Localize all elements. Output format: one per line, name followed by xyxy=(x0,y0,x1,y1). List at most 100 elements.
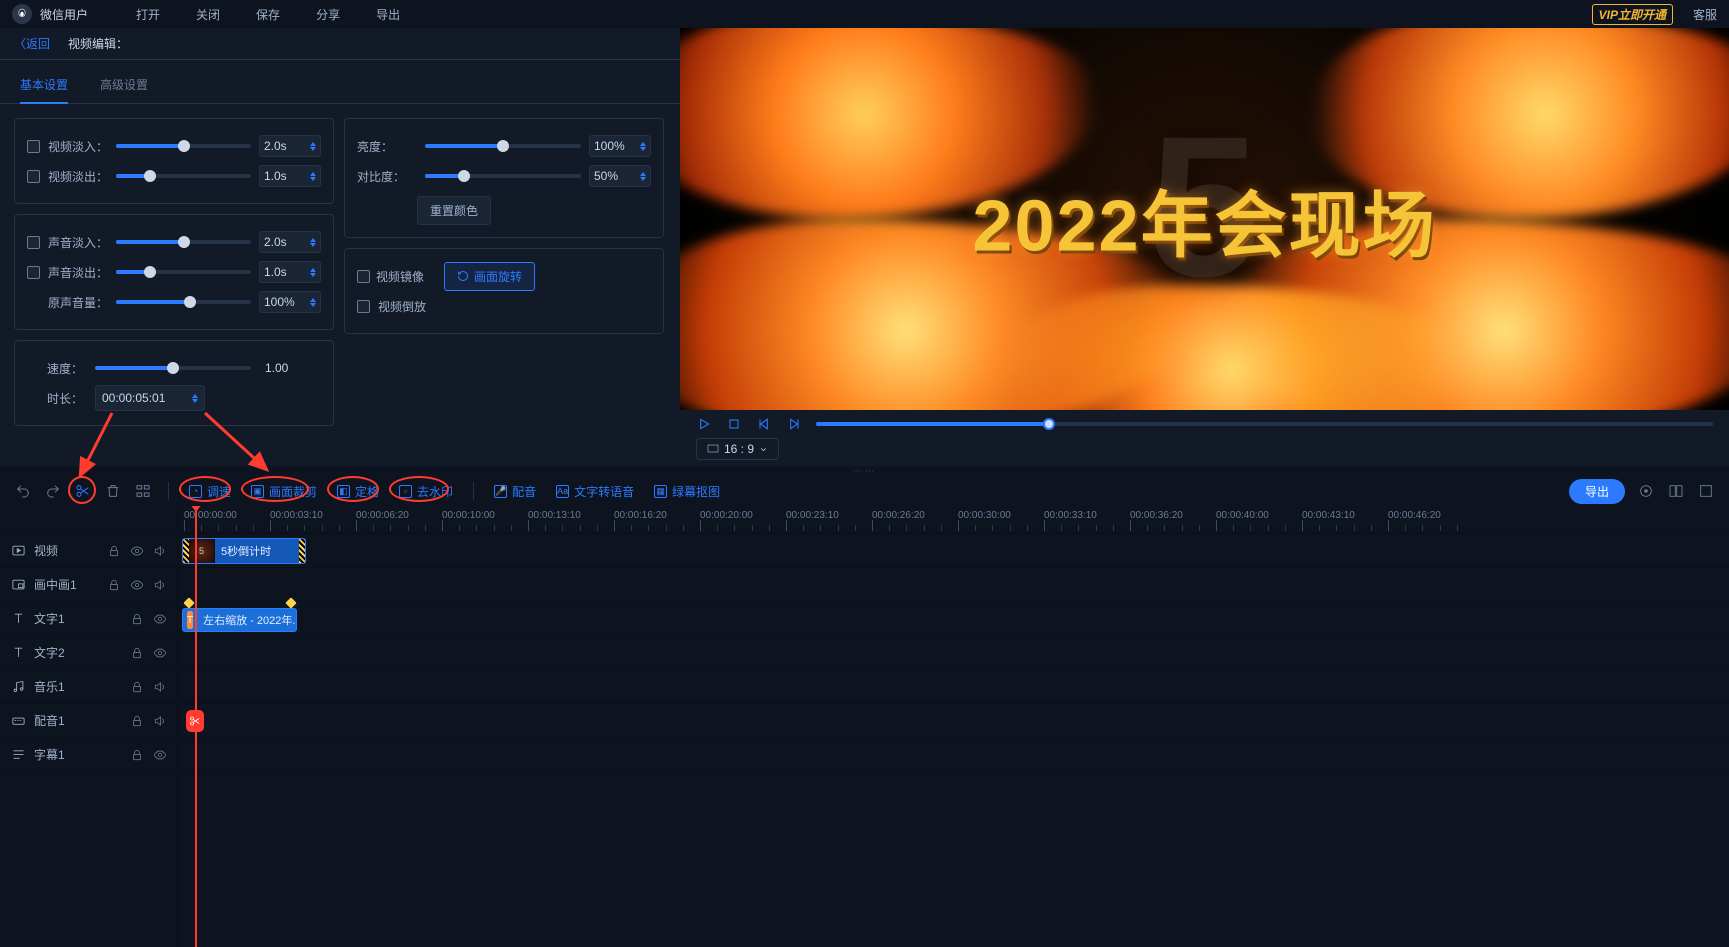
crop-tool[interactable]: ▣画面裁剪 xyxy=(247,481,321,502)
video-lane[interactable]: 5 5秒倒计时 xyxy=(178,534,1729,568)
customer-service-link[interactable]: 客服 xyxy=(1693,6,1717,23)
spinner-up-icon[interactable] xyxy=(310,142,316,146)
subtitle-lane[interactable] xyxy=(178,738,1729,772)
clip-handle-right[interactable] xyxy=(299,539,305,563)
video-fadeout-slider[interactable] xyxy=(116,174,251,178)
menu-share[interactable]: 分享 xyxy=(316,6,340,23)
tts-icon: Aа xyxy=(556,485,569,498)
aspect-ratio-selector[interactable]: 16 : 9 xyxy=(696,438,779,460)
audio-fadeout-checkbox[interactable] xyxy=(27,266,40,279)
track-lock-toggle[interactable] xyxy=(129,713,144,728)
ruler-tick: 00:00:36:20 xyxy=(1130,510,1183,521)
audio-fadeout-slider[interactable] xyxy=(116,270,251,274)
video-fadein-slider[interactable] xyxy=(116,144,251,148)
track-eye-toggle[interactable] xyxy=(152,645,167,660)
track-lock-toggle[interactable] xyxy=(129,611,144,626)
prev-frame-button[interactable] xyxy=(756,416,772,432)
video-fadein-value[interactable]: 2.0s xyxy=(259,135,321,157)
vip-upgrade-link[interactable]: VIP立即开通 xyxy=(1592,4,1673,25)
contrast-slider[interactable] xyxy=(425,174,581,178)
audio-fadeout-value[interactable]: 1.0s xyxy=(259,261,321,283)
pip-lane[interactable] xyxy=(178,568,1729,602)
menu-save[interactable]: 保存 xyxy=(256,6,280,23)
text-clip[interactable]: T 左右缩放 - 2022年... xyxy=(182,608,297,632)
speed-tool[interactable]: ◔调速 xyxy=(185,481,235,502)
track-lock-toggle[interactable] xyxy=(106,577,121,592)
dub-tool[interactable]: 🎤配音 xyxy=(490,481,540,502)
track-lock-toggle[interactable] xyxy=(129,679,144,694)
freeze-frame-tool[interactable]: ◧定格 xyxy=(333,481,383,502)
text-track-icon xyxy=(10,645,26,661)
contrast-value[interactable]: 50% xyxy=(589,165,651,187)
video-fadeout-checkbox[interactable] xyxy=(27,170,40,183)
track-eye-toggle[interactable] xyxy=(129,543,144,558)
orig-volume-slider[interactable] xyxy=(116,300,251,304)
orig-volume-label: 原声音量： xyxy=(48,294,108,311)
text1-lane[interactable]: T 左右缩放 - 2022年... xyxy=(178,602,1729,636)
audio-fadein-slider[interactable] xyxy=(116,240,251,244)
video-fadeout-value[interactable]: 1.0s xyxy=(259,165,321,187)
export-button[interactable]: 导出 xyxy=(1569,479,1625,504)
speed-slider[interactable] xyxy=(95,366,251,370)
remove-watermark-tool[interactable]: ▫去水印 xyxy=(395,481,457,502)
spinner-down-icon[interactable] xyxy=(310,147,316,151)
dub-lane[interactable] xyxy=(178,704,1729,738)
brightness-value[interactable]: 100% xyxy=(589,135,651,157)
green-screen-tool[interactable]: ▦绿幕抠图 xyxy=(650,481,724,502)
ruler-tick: 00:00:26:20 xyxy=(872,510,925,521)
brightness-slider[interactable] xyxy=(425,144,581,148)
video-fadein-checkbox[interactable] xyxy=(27,140,40,153)
tab-advanced-settings[interactable]: 高级设置 xyxy=(100,70,148,103)
track-speaker-toggle[interactable] xyxy=(152,713,167,728)
track-speaker-toggle[interactable] xyxy=(152,577,167,592)
track-eye-toggle[interactable] xyxy=(152,747,167,762)
ruler-tick: 00:00:46:20 xyxy=(1388,510,1441,521)
text2-lane[interactable] xyxy=(178,636,1729,670)
split-button[interactable] xyxy=(74,482,92,500)
playback-progress[interactable] xyxy=(816,422,1713,426)
arrange-button[interactable] xyxy=(134,482,152,500)
redo-button[interactable] xyxy=(44,482,62,500)
music-lane[interactable] xyxy=(178,670,1729,704)
audio-fadein-checkbox[interactable] xyxy=(27,236,40,249)
menu-close[interactable]: 关闭 xyxy=(196,6,220,23)
music-track-icon xyxy=(10,679,26,695)
mirror-checkbox[interactable] xyxy=(357,270,370,283)
next-frame-button[interactable] xyxy=(786,416,802,432)
delete-button[interactable] xyxy=(104,482,122,500)
fullscreen-button[interactable] xyxy=(1697,482,1715,500)
back-button[interactable]: 〈返回 xyxy=(14,35,50,52)
toggle-layout-button[interactable] xyxy=(1667,482,1685,500)
undo-button[interactable] xyxy=(14,482,32,500)
tab-basic-settings[interactable]: 基本设置 xyxy=(20,70,68,103)
track-speaker-toggle[interactable] xyxy=(152,543,167,558)
ruler-tick: 00:00:40:00 xyxy=(1216,510,1269,521)
time-ruler[interactable]: 00:00:00:0000:00:03:1000:00:06:2000:00:1… xyxy=(178,506,1729,534)
track-eye-toggle[interactable] xyxy=(152,611,167,626)
track-lock-toggle[interactable] xyxy=(129,747,144,762)
overlay-title-text: 2022年会现场 xyxy=(972,167,1436,272)
locate-marker-button[interactable] xyxy=(1637,482,1655,500)
track-eye-toggle[interactable] xyxy=(129,577,144,592)
stop-button[interactable] xyxy=(726,416,742,432)
tts-tool[interactable]: Aа文字转语音 xyxy=(552,481,638,502)
menu-export[interactable]: 导出 xyxy=(376,6,400,23)
video-preview[interactable]: 5 2022年会现场 xyxy=(680,28,1729,410)
audio-fadein-value[interactable]: 2.0s xyxy=(259,231,321,253)
orig-volume-value[interactable]: 100% xyxy=(259,291,321,313)
reverse-checkbox[interactable] xyxy=(357,300,370,313)
reset-color-button[interactable]: 重置颜色 xyxy=(417,196,491,225)
playhead-cut-marker[interactable] xyxy=(186,710,204,732)
duration-input[interactable]: 00:00:05:01 xyxy=(95,385,205,411)
panel-resize-grip[interactable]: ⋯⋯ xyxy=(0,466,1729,476)
user-avatar[interactable] xyxy=(12,4,32,24)
video-clip[interactable]: 5 5秒倒计时 xyxy=(182,538,306,564)
track-lock-toggle[interactable] xyxy=(106,543,121,558)
play-button[interactable] xyxy=(696,416,712,432)
tracks-area[interactable]: 00:00:00:0000:00:03:1000:00:06:2000:00:1… xyxy=(178,506,1729,947)
menu-open[interactable]: 打开 xyxy=(136,6,160,23)
track-lock-toggle[interactable] xyxy=(129,645,144,660)
rotate-button[interactable]: 画面旋转 xyxy=(444,262,535,291)
main-area: 〈返回 视频编辑： 基本设置 高级设置 视频淡入： 2.0s xyxy=(0,28,1729,466)
track-speaker-toggle[interactable] xyxy=(152,679,167,694)
